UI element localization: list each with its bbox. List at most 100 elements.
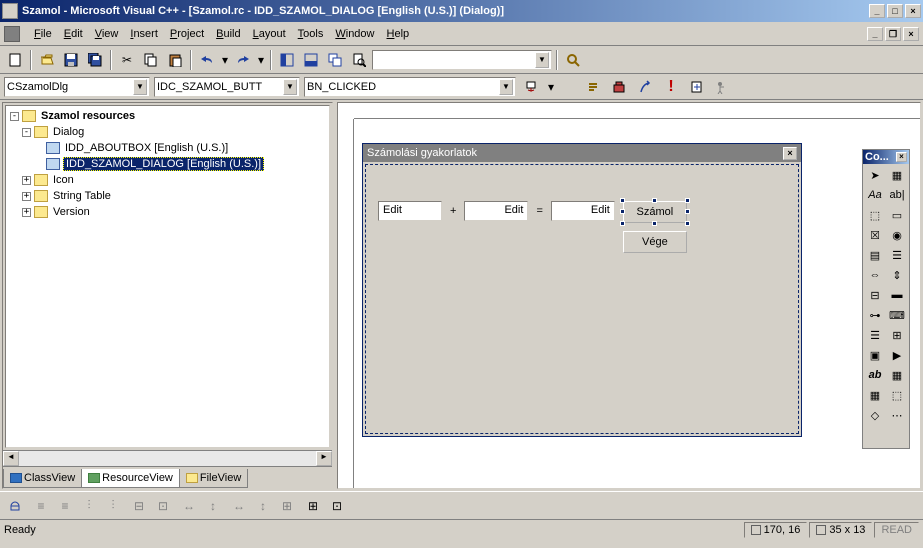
test-dialog-button[interactable]: [4, 495, 26, 517]
tree-stringtable-folder[interactable]: + String Table: [8, 188, 327, 204]
go-button[interactable]: [686, 76, 708, 98]
selection-handle[interactable]: [685, 209, 690, 214]
cut-button[interactable]: ✂: [116, 49, 138, 71]
menu-tools[interactable]: Tools: [292, 26, 330, 42]
listctrl-tool[interactable]: ☰: [864, 325, 886, 345]
hscrollbar-tool[interactable]: ⇔: [864, 265, 886, 285]
find-in-files-button[interactable]: [348, 49, 370, 71]
window-list-button[interactable]: [324, 49, 346, 71]
toggle-guides-button[interactable]: ⊡: [326, 495, 348, 517]
selection-handle[interactable]: [620, 198, 625, 203]
undo-dropdown[interactable]: ▾: [220, 49, 230, 71]
mdi-close-button[interactable]: ×: [903, 27, 919, 41]
selection-handle[interactable]: [685, 221, 690, 226]
toggle-grid-button[interactable]: ⊞: [302, 495, 324, 517]
close-button[interactable]: ×: [905, 4, 921, 18]
edit-field-2[interactable]: Edit: [464, 201, 528, 221]
tree-icon-folder[interactable]: + Icon: [8, 172, 327, 188]
collapse-toggle[interactable]: +: [22, 176, 31, 185]
tab-classview[interactable]: ClassView: [3, 469, 82, 488]
undo-button[interactable]: [196, 49, 218, 71]
extended-tool[interactable]: ⋯: [886, 405, 908, 425]
tab-fileview[interactable]: FileView: [179, 469, 248, 488]
wizard-action-button[interactable]: [520, 76, 542, 98]
align-bottom-button[interactable]: ⫶: [102, 495, 124, 517]
wizard-dropdown[interactable]: ▾: [546, 76, 556, 98]
tree-szamol-dialog[interactable]: IDD_SZAMOL_DIALOG [English (U.S.)]: [8, 156, 327, 172]
tab-resourceview[interactable]: ResourceView: [81, 469, 180, 488]
selection-handle[interactable]: [685, 198, 690, 203]
horizontal-ruler[interactable]: [354, 103, 920, 119]
static-text-tool[interactable]: Aa: [864, 185, 886, 205]
control-combo-dropdown[interactable]: ▼: [283, 79, 297, 95]
selection-handle[interactable]: [620, 221, 625, 226]
execute-button[interactable]: !: [660, 76, 682, 98]
listbox-tool[interactable]: ☰: [886, 245, 908, 265]
menu-window[interactable]: Window: [329, 26, 380, 42]
slider-tool[interactable]: ⊶: [864, 305, 886, 325]
same-size-button[interactable]: ⊞: [276, 495, 298, 517]
class-combo[interactable]: CSzamolDlg ▼: [4, 77, 150, 97]
expand-toggle[interactable]: -: [10, 112, 19, 121]
mdi-minimize-button[interactable]: _: [867, 27, 883, 41]
ipaddress-tool[interactable]: ⬚: [886, 385, 908, 405]
paste-button[interactable]: [164, 49, 186, 71]
controls-toolbox[interactable]: Co... × ➤ ▦ Aa ab| ⬚ ▭ ☒ ◉ ▤ ☰ ⇔: [862, 149, 910, 449]
open-button[interactable]: [36, 49, 58, 71]
collapse-toggle[interactable]: +: [22, 192, 31, 201]
stop-build-button[interactable]: [634, 76, 656, 98]
tabctrl-tool[interactable]: ▣: [864, 345, 886, 365]
control-combo[interactable]: IDC_SZAMOL_BUTT ▼: [154, 77, 300, 97]
space-across-button[interactable]: ↔: [178, 495, 200, 517]
dialog-titlebar[interactable]: Számolási gyakorlatok ×: [363, 144, 801, 162]
save-button[interactable]: [60, 49, 82, 71]
build-button[interactable]: [608, 76, 630, 98]
expand-toggle[interactable]: -: [22, 128, 31, 137]
toolbox-titlebar[interactable]: Co... ×: [863, 150, 909, 164]
edit-box-tool[interactable]: ab|: [886, 185, 908, 205]
group-box-tool[interactable]: ⬚: [864, 205, 886, 225]
menu-insert[interactable]: Insert: [124, 26, 164, 42]
align-right-button[interactable]: ≡: [54, 495, 76, 517]
tree-aboutbox[interactable]: IDD_ABOUTBOX [English (U.S.)]: [8, 140, 327, 156]
menu-build[interactable]: Build: [210, 26, 246, 42]
menu-help[interactable]: Help: [381, 26, 416, 42]
output-button[interactable]: [300, 49, 322, 71]
toolbox-close-button[interactable]: ×: [896, 152, 907, 162]
tree-scrollbar[interactable]: ◄ ►: [3, 450, 332, 466]
menu-view[interactable]: View: [89, 26, 125, 42]
picture-tool[interactable]: ▦: [886, 165, 908, 185]
spin-tool[interactable]: ⊟: [864, 285, 886, 305]
progress-tool[interactable]: ▬: [886, 285, 908, 305]
animate-tool[interactable]: ▶: [886, 345, 908, 365]
dialog-client-area[interactable]: Edit + Edit = Edit Számol: [365, 164, 799, 434]
center-vertical-button[interactable]: ⊟: [128, 495, 150, 517]
align-left-button[interactable]: ≡: [30, 495, 52, 517]
dialog-preview[interactable]: Számolási gyakorlatok × Edit + Edit = Ed…: [362, 143, 802, 437]
collapse-toggle[interactable]: +: [22, 208, 31, 217]
treectrl-tool[interactable]: ⊞: [886, 325, 908, 345]
find-combo-dropdown[interactable]: ▼: [535, 52, 549, 68]
message-combo[interactable]: BN_CLICKED ▼: [304, 77, 516, 97]
redo-dropdown[interactable]: ▾: [256, 49, 266, 71]
message-combo-dropdown[interactable]: ▼: [499, 79, 513, 95]
breakpoint-button[interactable]: [712, 76, 734, 98]
monthcal-tool[interactable]: ▦: [864, 385, 886, 405]
custom-tool[interactable]: ◇: [864, 405, 886, 425]
menu-edit[interactable]: Edit: [58, 26, 89, 42]
button-tool[interactable]: ▭: [886, 205, 908, 225]
combobox-tool[interactable]: ▤: [864, 245, 886, 265]
find-button[interactable]: [562, 49, 584, 71]
resource-tree[interactable]: - Szamol resources - Dialog IDD_ABOUTBOX…: [5, 105, 330, 448]
minimize-button[interactable]: _: [869, 4, 885, 18]
class-combo-dropdown[interactable]: ▼: [133, 79, 147, 95]
edit-field-3[interactable]: Edit: [551, 201, 615, 221]
datetimepicker-tool[interactable]: ▦: [886, 365, 908, 385]
edit-field-1[interactable]: Edit: [378, 201, 442, 221]
copy-button[interactable]: [140, 49, 162, 71]
menu-layout[interactable]: Layout: [247, 26, 292, 42]
tree-version-folder[interactable]: + Version: [8, 204, 327, 220]
selection-handle[interactable]: [620, 209, 625, 214]
vscrollbar-tool[interactable]: ⇕: [886, 265, 908, 285]
same-width-button[interactable]: ↔: [228, 495, 250, 517]
